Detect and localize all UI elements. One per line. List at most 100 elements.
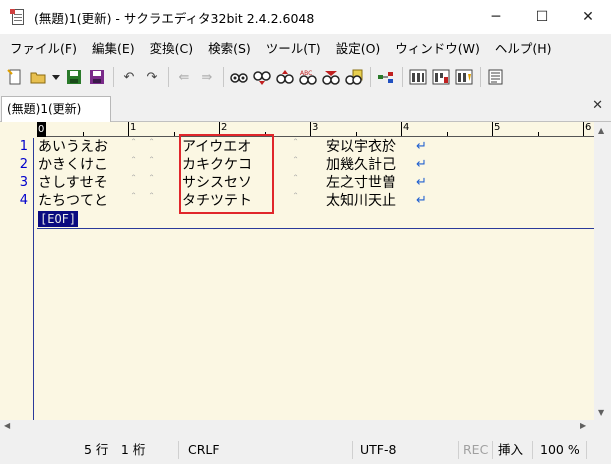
return-mark-icon: ↵ [416, 139, 427, 154]
text-line[interactable]: 1 あいうえお ＾ ＾ アイウエオ ＾ 安以宇衣於 ↵ [0, 138, 594, 156]
title-bar: (無題)1(更新) - サクラエディタ32bit 2.4.2.6048 ─ ☐ … [0, 0, 611, 34]
ruler-label-6: 6 [585, 122, 592, 133]
ruler-label-5: 5 [494, 122, 501, 133]
space-mark: ＾ [128, 193, 139, 206]
space-mark: ＾ [290, 193, 301, 206]
ruler: 0 1 2 3 4 5 6 [37, 122, 594, 137]
outline-icon[interactable] [376, 67, 396, 87]
line-text-hiragana: さしすせそ [38, 175, 108, 191]
ruler-label-0: 0 [37, 122, 46, 137]
line-number: 2 [19, 157, 28, 172]
status-bar: 5 行 1 桁 CRLF UTF-8 REC 挿入 100 % [0, 436, 611, 464]
space-mark: ＾ [146, 139, 157, 152]
ruler-label-1: 1 [130, 122, 137, 133]
line-text-hiragana: たちつてと [38, 193, 108, 209]
toolbar-separator [223, 67, 224, 87]
dropdown-arrow-icon[interactable] [51, 67, 61, 87]
scroll-down-icon[interactable]: ▼ [598, 408, 604, 417]
close-button[interactable]: ✕ [565, 0, 611, 34]
grep-icon[interactable] [344, 67, 364, 87]
cursor-position: 5 行 1 桁 [84, 442, 146, 457]
space-mark: ＾ [290, 157, 301, 170]
menu-bar: ファイル(F) 編集(E) 変換(C) 検索(S) ツール(T) 設定(O) ウ… [0, 38, 611, 60]
menu-file[interactable]: ファイル(F) [4, 38, 86, 60]
menu-help[interactable]: ヘルプ(H) [489, 38, 561, 60]
macro-icon[interactable] [431, 67, 451, 87]
encoding[interactable]: UTF-8 [360, 436, 396, 464]
save-icon[interactable] [64, 67, 84, 87]
ruler-label-4: 4 [403, 122, 410, 133]
tab-close-icon[interactable]: ✕ [592, 98, 603, 113]
compile-icon[interactable] [408, 67, 428, 87]
insert-mode: 挿入 [498, 442, 524, 457]
space-mark: ＾ [128, 157, 139, 170]
sakura-app-icon[interactable] [10, 9, 26, 25]
undo-icon[interactable]: ↶ [119, 67, 139, 87]
editor-area[interactable]: 0 1 2 3 4 5 6 1 あいうえお ＾ ＾ アイウエオ ＾ 安以宇衣於 … [0, 122, 594, 434]
new-file-icon[interactable] [5, 67, 25, 87]
rec-indicator: REC [463, 442, 489, 457]
line-text-kanji: 左之寸世曽 [326, 175, 396, 191]
horizontal-scrollbar[interactable]: ◀ ▶ [0, 420, 594, 434]
text-line[interactable]: 4 たちつてと ＾ ＾ タチツテト ＾ 太知川天止 ↵ [0, 192, 594, 210]
menu-convert[interactable]: 変換(C) [144, 38, 202, 60]
eof-marker: [EOF] [38, 211, 79, 227]
return-mark-icon: ↵ [416, 193, 427, 208]
line-text-hiragana: あいうえお [38, 139, 108, 155]
space-mark: ＾ [128, 139, 139, 152]
zoom-level: 100 % [540, 442, 580, 457]
jump-forward-icon[interactable]: ⇛ [197, 67, 217, 87]
menu-search[interactable]: 検索(S) [202, 38, 260, 60]
window-title: (無題)1(更新) - サクラエディタ32bit 2.4.2.6048 [34, 10, 315, 26]
replace-icon[interactable]: ABC [298, 67, 318, 87]
redo-icon[interactable]: ↷ [142, 67, 162, 87]
toolbar-separator [168, 67, 169, 87]
toolbar-separator [402, 67, 403, 87]
line-text-kanji: 加幾久計己 [326, 157, 396, 173]
return-mark-icon: ↵ [416, 175, 427, 190]
highlight-box [179, 134, 274, 214]
space-mark: ＾ [146, 157, 157, 170]
save-all-icon[interactable] [87, 67, 107, 87]
vertical-scrollbar[interactable]: ▲ ▼ [594, 122, 611, 434]
toolbar: ↶ ↷ ⇚ ⇛ ABC [0, 62, 611, 92]
space-mark: ＾ [290, 175, 301, 188]
text-line[interactable]: 2 かきくけこ ＾ ＾ カキクケコ ＾ 加幾久計己 ↵ [0, 156, 594, 174]
toolbar-separator [370, 67, 371, 87]
text-line[interactable]: 3 さしすせそ ＾ ＾ サシスセソ ＾ 左之寸世曽 ↵ [0, 174, 594, 192]
find-up-icon[interactable] [275, 67, 295, 87]
space-mark: ＾ [146, 175, 157, 188]
minimize-button[interactable]: ─ [473, 0, 519, 34]
open-folder-icon[interactable] [28, 67, 48, 87]
scroll-up-icon[interactable]: ▲ [598, 126, 604, 135]
menu-settings[interactable]: 設定(O) [330, 38, 390, 60]
line-number: 4 [19, 193, 28, 208]
scroll-left-icon[interactable]: ◀ [4, 421, 10, 430]
find-icon[interactable] [229, 67, 249, 87]
space-mark: ＾ [146, 193, 157, 206]
toolbar-separator [113, 67, 114, 87]
newline-type[interactable]: CRLF [188, 436, 220, 464]
tab-strip: (無題)1(更新) ✕ [0, 94, 611, 122]
space-mark: ＾ [290, 139, 301, 152]
find-down-icon[interactable] [252, 67, 272, 87]
cursor-line-underline [37, 228, 594, 229]
menu-window[interactable]: ウィンドウ(W) [389, 38, 489, 60]
line-text-kanji: 安以宇衣於 [326, 139, 396, 155]
properties-icon[interactable] [454, 67, 474, 87]
space-mark: ＾ [128, 175, 139, 188]
tab-untitled-1[interactable]: (無題)1(更新) [1, 96, 111, 122]
clear-mark-icon[interactable] [321, 67, 341, 87]
settings-icon[interactable] [486, 67, 506, 87]
menu-edit[interactable]: 編集(E) [86, 38, 144, 60]
ruler-label-3: 3 [312, 122, 319, 133]
return-mark-icon: ↵ [416, 157, 427, 172]
line-number: 3 [19, 175, 28, 190]
line-text-kanji: 太知川天止 [326, 193, 396, 209]
jump-back-icon[interactable]: ⇚ [174, 67, 194, 87]
line-number: 1 [19, 139, 28, 154]
menu-tools[interactable]: ツール(T) [260, 38, 330, 60]
maximize-button[interactable]: ☐ [519, 0, 565, 34]
ruler-label-2: 2 [221, 122, 228, 133]
scroll-right-icon[interactable]: ▶ [580, 421, 586, 430]
